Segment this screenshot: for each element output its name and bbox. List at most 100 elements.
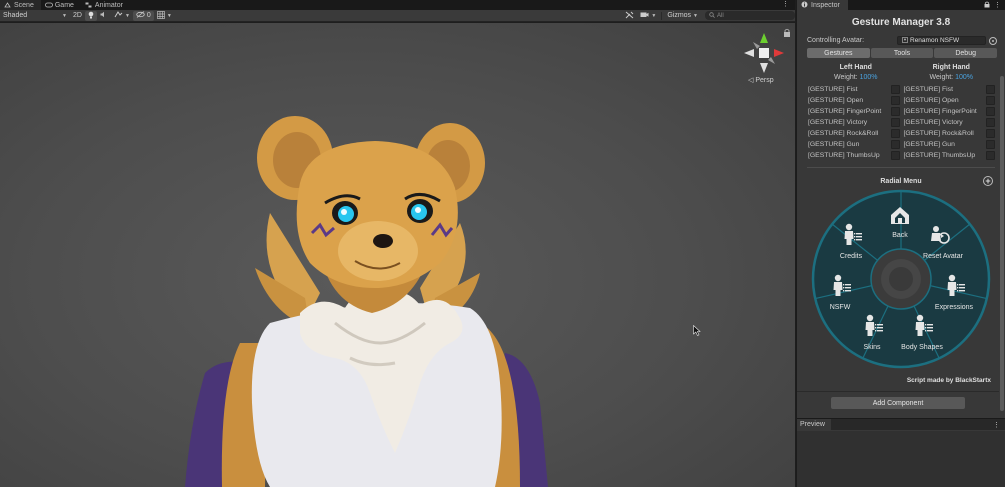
scene-viewport[interactable]: ◁ Persp	[0, 23, 795, 487]
preview-menu-icon[interactable]: ⋮	[993, 421, 1005, 429]
gesture-row: [GESTURE] Fist	[904, 84, 1000, 95]
gesture-manager-subtabs: Gestures Tools Debug	[807, 48, 998, 58]
gesture-checkbox[interactable]	[986, 140, 995, 149]
controlling-avatar-row: Controlling Avatar: Renamon NSFW	[807, 36, 997, 45]
mouse-cursor-icon	[693, 325, 701, 336]
gesture-row: [GESTURE] Rock&Roll	[904, 128, 1000, 139]
gesture-label: [GESTURE] Open	[903, 97, 959, 104]
radial-item-label: Reset Avatar	[923, 253, 964, 260]
object-picker-icon[interactable]	[989, 36, 997, 45]
weight-label: Weight:	[834, 74, 858, 81]
subtab-debug[interactable]: Debug	[934, 48, 998, 58]
scene-toolbar: Shaded ▼ 2D ▼ 0 ▼ ▼ Gizmos ▼ All	[0, 10, 795, 22]
weight-label: Weight:	[929, 74, 954, 81]
add-component-button[interactable]: Add Component	[831, 397, 965, 409]
gesture-checkbox[interactable]	[986, 107, 995, 116]
right-hand-weight: Weight: 100%	[904, 74, 1000, 84]
gesture-checkbox[interactable]	[890, 107, 900, 116]
gizmos-dropdown[interactable]: Gizmos ▼	[664, 11, 701, 21]
controlling-avatar-value: Renamon NSFW	[910, 37, 960, 44]
gesture-manager-title: Gesture Manager 3.8	[851, 17, 951, 28]
gesture-row: [GESTURE] ThumbsUp	[808, 150, 904, 161]
right-hand-column: Right Hand Weight: 100% [GESTURE] Fist […	[904, 64, 1000, 161]
gesture-checkbox[interactable]	[986, 129, 995, 138]
controlling-avatar-label: Controlling Avatar:	[807, 37, 865, 44]
search-placeholder: All	[717, 12, 724, 19]
gesture-checkbox[interactable]	[986, 96, 995, 105]
gesture-checkbox[interactable]	[986, 85, 995, 94]
subtab-gestures[interactable]: Gestures	[807, 48, 870, 58]
gesture-checkbox[interactable]	[986, 151, 995, 160]
hidden-count: 0	[146, 12, 151, 19]
tools-button[interactable]	[622, 11, 637, 21]
gesture-checkbox[interactable]	[890, 96, 900, 105]
weight-value: 100%	[955, 74, 973, 81]
tab-animator-label: Animator	[94, 1, 123, 9]
avatar-nose	[373, 234, 393, 248]
gesture-label: [GESTURE] Fist	[808, 86, 858, 93]
gesture-checkbox[interactable]	[986, 118, 995, 127]
gesture-label: [GESTURE] Victory	[903, 119, 963, 126]
avatar-render	[185, 28, 790, 487]
tab-scene-label: Scene	[14, 1, 34, 9]
toolbar-divider	[661, 11, 663, 20]
gesture-checkbox[interactable]	[890, 129, 900, 138]
radial-item-label: NSFW	[830, 304, 851, 311]
controlling-avatar-field[interactable]: Renamon NSFW	[897, 36, 986, 45]
gesture-row: [GESTURE] Open	[904, 95, 1000, 106]
preview-header: Preview ⋮	[797, 418, 1005, 431]
gesture-row: [GESTURE] Victory	[904, 117, 1000, 128]
draw-mode-dropdown[interactable]: Shaded ▼	[0, 11, 70, 21]
subtab-tools[interactable]: Tools	[870, 48, 934, 58]
gesture-checkbox[interactable]	[890, 151, 900, 160]
gesture-row: [GESTURE] Gun	[808, 139, 904, 150]
right-hand-title: Right Hand	[932, 64, 970, 71]
preview-body	[797, 431, 1005, 487]
tab-game[interactable]: Game	[41, 0, 81, 10]
toggle-2d-button[interactable]: 2D	[70, 11, 85, 21]
hidden-objects-button[interactable]: 0	[132, 10, 154, 21]
audio-toggle-button[interactable]	[97, 11, 111, 21]
radial-menu: Back Reset Avatar Expressions Body Shape…	[811, 189, 991, 369]
gesture-label: [GESTURE] FingerPoint	[903, 108, 977, 115]
editor-tab-strip: Scene Game Animator ⋮	[0, 0, 795, 10]
avatar-object-icon	[902, 36, 908, 45]
projection-label[interactable]: ◁ Persp	[748, 76, 774, 84]
gesture-row: [GESTURE] Victory	[808, 117, 904, 128]
gizmos-label: Gizmos	[667, 12, 692, 19]
preview-label[interactable]: Preview	[797, 418, 831, 431]
add-icon[interactable]: +	[983, 176, 993, 186]
gesture-label: [GESTURE] ThumbsUp	[903, 152, 976, 159]
gesture-checkbox[interactable]	[890, 140, 900, 149]
gesture-row: [GESTURE] ThumbsUp	[904, 150, 1000, 161]
panel-menu-icon[interactable]: ⋮	[994, 1, 1001, 10]
speaker-icon	[100, 11, 108, 20]
lighting-toggle-button[interactable]	[84, 10, 97, 21]
weight-value: 100%	[859, 74, 878, 81]
orientation-gizmo	[744, 33, 784, 73]
inspector-tab-bar: Inspector ⋮	[797, 0, 1005, 10]
left-hand-title: Left Hand	[839, 64, 872, 71]
left-hand-weight: Weight: 100%	[808, 74, 904, 84]
scene-icon	[4, 2, 11, 8]
tab-scene[interactable]: Scene	[0, 0, 41, 10]
tab-inspector[interactable]: Inspector	[797, 0, 848, 10]
radial-menu-header: Radial Menu +	[797, 176, 1005, 187]
scene-tab-menu-icon[interactable]: ⋮	[782, 0, 795, 10]
scene-search-input[interactable]: All	[705, 11, 795, 20]
chevron-down-icon: ▼	[62, 12, 67, 19]
effects-toggle-button[interactable]: ▼	[111, 11, 133, 21]
inspector-scrollbar[interactable]	[1000, 76, 1004, 411]
game-icon	[44, 2, 53, 8]
gesture-label: [GESTURE] Gun	[808, 141, 860, 148]
camera-button[interactable]: ▼	[637, 11, 659, 21]
gesture-row: [GESTURE] Open	[808, 95, 904, 106]
radial-menu-title: Radial Menu	[880, 178, 922, 185]
tab-animator[interactable]: Animator	[81, 0, 130, 10]
lightbulb-icon	[88, 11, 94, 21]
left-hand-column: Left Hand Weight: 100% [GESTURE] Fist [G…	[808, 64, 904, 161]
gesture-checkbox[interactable]	[890, 118, 900, 127]
lock-icon[interactable]	[984, 1, 990, 10]
gesture-checkbox[interactable]	[890, 85, 900, 94]
grid-toggle-button[interactable]: ▼	[154, 10, 175, 21]
